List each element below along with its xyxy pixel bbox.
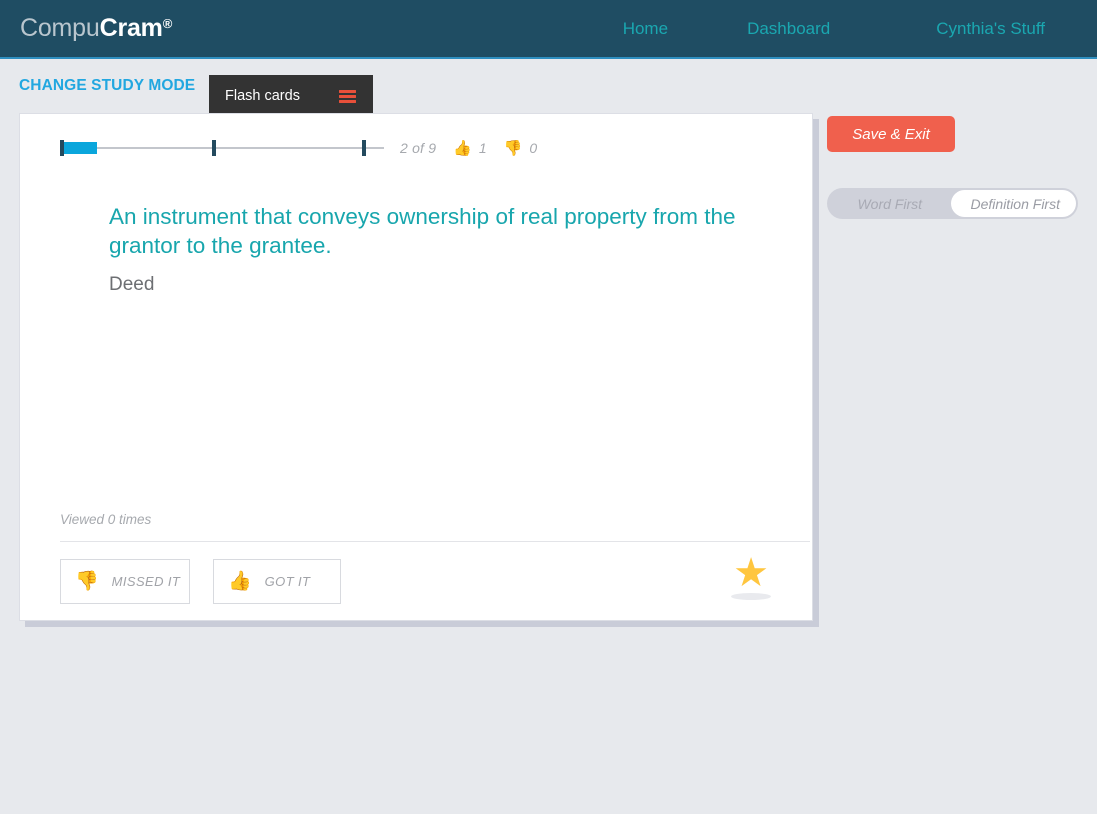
missed-it-count: 0 [529, 140, 537, 156]
star-shadow [731, 593, 771, 600]
brand-prefix: Compu [20, 14, 100, 42]
progress-bar [60, 138, 384, 158]
thumbs-up-icon: 👍 [453, 141, 472, 156]
progress-tick-start [60, 140, 64, 156]
card-actions: 👎 MISSED IT 👍 GOT IT ★ [60, 558, 792, 604]
progress-fill [60, 142, 97, 154]
toggle-option-definition-first[interactable]: Definition First [953, 196, 1079, 212]
nav-link-home[interactable]: Home [623, 19, 668, 39]
flash-card: 2 of 9 👍 1 👎 0 An instrument that convey… [19, 113, 813, 621]
registered-trademark-icon: ® [163, 16, 172, 31]
card-answer-text: Deed [109, 272, 792, 298]
favorite-star-button[interactable]: ★ [728, 554, 774, 606]
thumbs-down-icon: 👎 [504, 141, 523, 156]
nav-link-user-stuff[interactable]: Cynthia's Stuff [936, 19, 1045, 39]
progress-row: 2 of 9 👍 1 👎 0 [60, 134, 792, 162]
card-position-text: 2 of 9 [400, 140, 436, 156]
missed-it-label: MISSED IT [112, 574, 181, 589]
change-study-mode-label: CHANGE STUDY MODE [19, 77, 195, 95]
progress-track-line [60, 147, 384, 149]
progress-tick-end [362, 140, 366, 156]
study-mode-dropdown[interactable]: Flash cards [209, 75, 373, 117]
brand-logo[interactable]: CompuCram® [20, 16, 172, 41]
hamburger-menu-icon[interactable] [339, 90, 356, 103]
side-panel: Save & Exit Word First Definition First [827, 113, 1083, 219]
study-mode-bar: CHANGE STUDY MODE Flash cards [0, 59, 1097, 113]
nav-link-dashboard[interactable]: Dashboard [747, 19, 830, 39]
card-question-text: An instrument that conveys ownership of … [109, 202, 759, 260]
card-body[interactable]: An instrument that conveys ownership of … [40, 202, 792, 512]
got-it-count: 1 [479, 140, 487, 156]
app-header: CompuCram® Home Dashboard Cynthia's Stuf… [0, 0, 1097, 59]
main-navigation: Home Dashboard Cynthia's Stuff [623, 19, 1097, 39]
got-it-label: GOT IT [265, 574, 311, 589]
card-counter: 2 of 9 👍 1 👎 0 [400, 140, 537, 156]
missed-it-button[interactable]: 👎 MISSED IT [60, 559, 190, 604]
save-and-exit-button[interactable]: Save & Exit [827, 116, 955, 152]
progress-tick-middle [212, 140, 216, 156]
star-icon: ★ [733, 554, 769, 592]
viewed-count-label: Viewed 0 times [60, 512, 792, 527]
study-mode-selected-value: Flash cards [225, 88, 300, 104]
card-order-toggle[interactable]: Word First Definition First [827, 188, 1078, 219]
card-divider [60, 541, 810, 542]
toggle-option-word-first[interactable]: Word First [827, 196, 953, 212]
thumbs-up-icon: 👍 [228, 572, 252, 591]
main-content: 2 of 9 👍 1 👎 0 An instrument that convey… [0, 113, 1097, 621]
thumbs-down-icon: 👎 [75, 572, 99, 591]
brand-name: Cram [100, 14, 163, 42]
got-it-button[interactable]: 👍 GOT IT [213, 559, 341, 604]
